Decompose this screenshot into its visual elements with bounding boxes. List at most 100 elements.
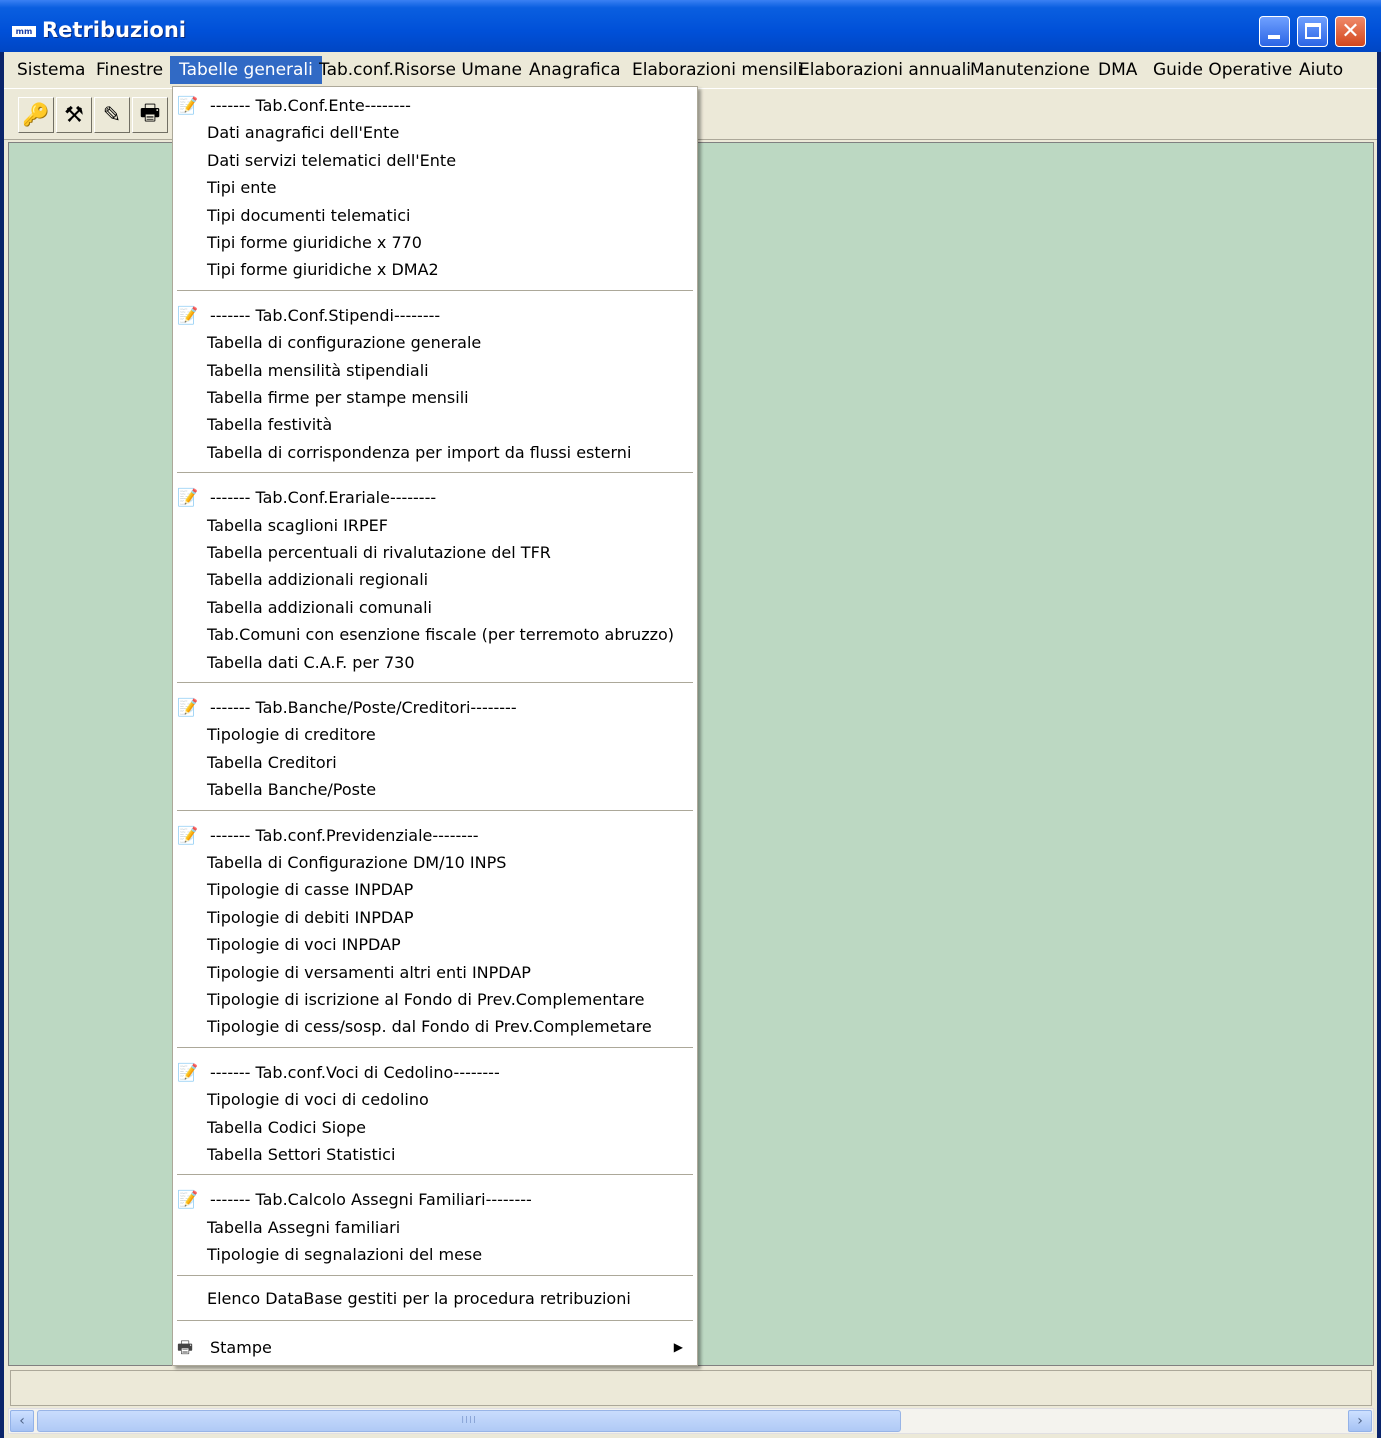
menu-item[interactable]: Tipi forme giuridiche x 770 (173, 229, 697, 256)
menu-item[interactable]: Tabella Assegni familiari (173, 1214, 697, 1241)
menu-section-header-label: ------- Tab.Calcolo Assegni Familiari---… (210, 1190, 532, 1210)
table-edit-icon: 📝 (177, 96, 199, 116)
menu-item-database-list[interactable]: Elenco DataBase gestiti per la procedura… (173, 1285, 697, 1312)
app-window: mm Retribuzioni ✕ Sistema Finestre Tabelle… (0, 0, 1381, 1438)
menu-sistema[interactable]: Sistema (8, 56, 94, 84)
menu-item-label: Tabella festività (207, 415, 333, 435)
menu-separator (177, 1174, 693, 1177)
menu-item-label: Tabella di configurazione generale (207, 333, 482, 353)
table-edit-icon: 📝 (177, 305, 199, 326)
menu-guide-operative[interactable]: Guide Operative (1144, 56, 1301, 84)
menu-section-header-label: ------- Tab.Conf.Ente-------- (210, 96, 411, 115)
menu-item[interactable]: Tabella scaglioni IRPEF (173, 512, 697, 539)
menu-item[interactable]: Tabella firme per stampe mensili (173, 384, 697, 411)
menu-item[interactable]: Tabella di Configurazione DM/10 INPS (173, 849, 697, 876)
menu-item[interactable]: Tipologie di cess/sosp. dal Fondo di Pre… (173, 1013, 697, 1040)
menu-aiuto[interactable]: Aiuto (1290, 56, 1352, 84)
menu-section-header[interactable]: 📝 ------- Tab.Conf.Stipendi-------- (173, 302, 697, 329)
menu-elaborazioni-mensili[interactable]: Elaborazioni mensili (623, 56, 811, 84)
menu-item[interactable]: Tabella Creditori (173, 749, 697, 776)
menu-item-label: Tab.Comuni con esenzione fiscale (per te… (207, 625, 675, 645)
menu-anagrafica[interactable]: Anagrafica (520, 56, 630, 84)
minimize-button[interactable] (1259, 16, 1290, 47)
menu-tab-conf-risorse-umane[interactable]: Tab.conf.Risorse Umane (310, 56, 531, 84)
printer-tool-button[interactable]: 🖶 (132, 97, 168, 133)
tools-tool-button[interactable]: ⚒ (56, 97, 92, 133)
maximize-button[interactable] (1297, 16, 1328, 47)
menu-item[interactable]: Tipologie di debiti INPDAP (173, 904, 697, 931)
close-icon: ✕ (1341, 19, 1360, 44)
menu-item-label: Elenco DataBase gestiti per la procedura… (207, 1288, 631, 1308)
menu-item[interactable]: Tabella Codici Siope (173, 1114, 697, 1141)
menu-item-label: Tabella firme per stampe mensili (207, 388, 469, 407)
menu-item-label: Tabella addizionali regionali (207, 570, 429, 590)
menu-item-label: Tabella mensilità stipendiali (207, 360, 429, 380)
menu-item-label: Tipologie di segnalazioni del mese (207, 1245, 483, 1265)
menu-item[interactable]: Tabella di corrispondenza per import da … (173, 439, 697, 466)
menu-item-label: Tipologie di voci di cedolino (207, 1090, 429, 1110)
menu-item[interactable]: Tipologie di iscrizione al Fondo di Prev… (173, 986, 697, 1013)
menu-item-label: Tabella Codici Siope (207, 1117, 366, 1137)
menu-item-label: Tabella di corrispondenza per import da … (207, 442, 632, 462)
menu-section-header[interactable]: 📝 ------- Tab.Conf.Erariale-------- (173, 484, 697, 511)
menu-section-header-label: ------- Tab.Conf.Erariale-------- (210, 488, 437, 508)
table-edit-icon: 📝 (177, 488, 199, 509)
key-icon: 🔑 (22, 102, 50, 128)
menu-item[interactable]: Tipi ente (173, 174, 697, 201)
menu-item[interactable]: Tipologie di voci INPDAP (173, 931, 697, 958)
menu-item[interactable]: Dati servizi telematici dell'Ente (173, 147, 697, 174)
menu-item-label: Tipi forme giuridiche x 770 (207, 233, 422, 252)
menu-dma[interactable]: DMA (1089, 56, 1146, 84)
title-bar[interactable]: mm Retribuzioni ✕ (0, 0, 1381, 52)
menu-section-header-label: ------- Tab.Conf.Stipendi-------- (210, 305, 441, 325)
tools-icon: ⚒ (64, 102, 84, 128)
menu-section-header[interactable]: 📝 ------- Tab.Banche/Poste/Creditori-----… (173, 694, 697, 721)
menu-item[interactable]: Tipi documenti telematici (173, 202, 697, 229)
scroll-thumb[interactable]: IIII (37, 1410, 901, 1432)
submenu-arrow-icon: ▶ (673, 1340, 683, 1354)
menu-section-header[interactable]: 📝 ------- Tab.conf.Previdenziale-------- (173, 822, 697, 849)
menu-section-header[interactable]: 📝 ------- Tab.Conf.Ente-------- (173, 92, 697, 119)
menu-item[interactable]: Tipi forme giuridiche x DMA2 (173, 256, 697, 283)
horizontal-scrollbar[interactable]: ‹ IIII › (8, 1408, 1374, 1434)
menu-item[interactable]: Tabella percentuali di rivalutazione del… (173, 539, 697, 566)
scroll-left-button[interactable]: ‹ (10, 1410, 34, 1432)
menu-manutenzione[interactable]: Manutenzione (961, 56, 1099, 84)
menu-item[interactable]: Tabella addizionali regionali (173, 566, 697, 593)
menu-finestre[interactable]: Finestre (87, 56, 172, 84)
menu-separator (177, 289, 693, 292)
menu-item-label: Tabella addizionali comunali (207, 597, 432, 617)
menu-item[interactable]: Tipologie di versamenti altri enti INPDA… (173, 959, 697, 986)
menu-bar: Sistema Finestre Tabelle generali Tab.conf.… (4, 52, 1377, 88)
scroll-right-button[interactable]: › (1348, 1410, 1372, 1432)
menu-item[interactable]: Tabella festività (173, 411, 697, 438)
menu-item[interactable]: Tabella Settori Statistici (173, 1141, 697, 1168)
menu-item[interactable]: Dati anagrafici dell'Ente (173, 119, 697, 146)
edit-pen-tool-button[interactable]: ✎ (94, 97, 130, 133)
menu-item-stampe-submenu[interactable]: 🖶 Stampe ▶ (173, 1334, 697, 1361)
menu-tabelle-generali[interactable]: Tabelle generali (170, 56, 322, 84)
menu-item[interactable]: Tabella addizionali comunali (173, 594, 697, 621)
menu-elaborazioni-annuali[interactable]: Elaborazioni annuali (790, 56, 980, 84)
menu-item[interactable]: Tipologie di creditore (173, 721, 697, 748)
menu-item[interactable]: Tab.Comuni con esenzione fiscale (per te… (173, 621, 697, 648)
menu-section-header[interactable]: 📝 ------- Tab.Calcolo Assegni Familiari--… (173, 1186, 697, 1213)
menu-item[interactable]: Tipologie di casse INPDAP (173, 876, 697, 903)
menu-separator (177, 472, 693, 475)
menu-item-label: Tabella dati C.A.F. per 730 (207, 652, 415, 672)
menu-item[interactable]: Tabella di configurazione generale (173, 329, 697, 356)
menu-section-header[interactable]: 📝 ------- Tab.conf.Voci di Cedolino------… (173, 1059, 697, 1086)
table-edit-icon: 📝 (177, 1190, 199, 1211)
menu-item[interactable]: Tipologie di segnalazioni del mese (173, 1241, 697, 1268)
menu-item[interactable]: Tabella dati C.A.F. per 730 (173, 649, 697, 676)
menu-item[interactable]: Tipologie di voci di cedolino (173, 1086, 697, 1113)
menu-item-label: Tipologie di iscrizione al Fondo di Prev… (207, 990, 645, 1009)
menu-item-label: Tabella di Configurazione DM/10 INPS (207, 853, 507, 872)
key-tool-button[interactable]: 🔑 (18, 97, 54, 133)
menu-item[interactable]: Tabella mensilità stipendiali (173, 357, 697, 384)
close-button[interactable]: ✕ (1335, 16, 1366, 47)
app-icon: mm (12, 26, 36, 37)
menu-item-label: Tabella percentuali di rivalutazione del… (207, 543, 551, 562)
menu-item-label: Tipi documenti telematici (207, 205, 411, 225)
menu-item[interactable]: Tabella Banche/Poste (173, 776, 697, 803)
